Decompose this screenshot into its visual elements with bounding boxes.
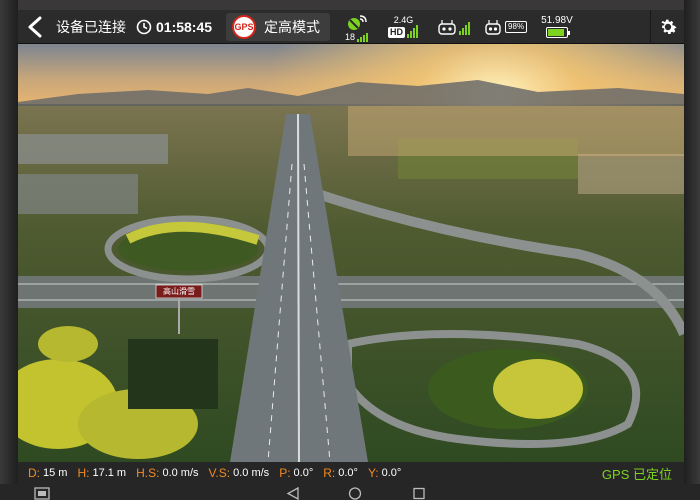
billboard-label: 高山滑雪	[163, 287, 195, 296]
telemetry-roll: R: 0.0°	[323, 466, 358, 480]
remote-controller-icon	[438, 19, 456, 35]
satellite-dish-icon	[348, 14, 367, 30]
telemetry-key: R:	[323, 466, 336, 480]
connection-status: 设备已连接	[56, 18, 126, 35]
video-band: 2.4G	[393, 15, 414, 25]
telemetry-horizontal-speed: H.S: 0.0 m/s	[136, 466, 198, 480]
video-signal-bars	[407, 25, 419, 38]
drone-battery-status[interactable]: 98%	[483, 19, 528, 35]
telemetry-key: D:	[28, 466, 40, 480]
settings-button[interactable]	[650, 9, 684, 44]
rc-signal-status[interactable]	[437, 19, 471, 35]
telemetry-key: P:	[279, 466, 291, 480]
battery-level-fill	[547, 29, 565, 36]
telemetry-key: V.S:	[208, 466, 231, 480]
back-button[interactable]	[18, 10, 52, 44]
satellite-count: 18	[345, 31, 356, 42]
recents-square-icon[interactable]	[412, 487, 426, 500]
battery-status[interactable]: 51.98V	[541, 15, 573, 38]
flight-timer: 01:58:45	[136, 19, 212, 35]
gps-lock-status: GPS 已定位	[601, 466, 672, 482]
drone-battery-icon	[485, 19, 501, 35]
satellite-status[interactable]: 18	[344, 12, 370, 42]
system-nav-bar	[0, 484, 700, 500]
telemetry-bar: D: 15 m H: 17.1 m H.S: 0.0 m/s V.S: 0.0 …	[18, 462, 684, 484]
aerial-view-image	[18, 44, 684, 462]
telemetry-value: 0.0 m/s	[162, 467, 199, 479]
drone-battery-percent: 98%	[505, 20, 528, 33]
battery-icon	[545, 27, 570, 38]
hd-icon: HD	[388, 27, 406, 38]
telemetry-value: 17.1 m	[92, 467, 127, 479]
flight-mode-selector[interactable]: GPS 定高模式	[226, 12, 331, 41]
clock-icon	[136, 19, 152, 34]
battery-voltage: 51.98V	[541, 15, 573, 26]
telemetry-value: 0.0°	[381, 467, 402, 479]
device-bezel-right	[684, 0, 700, 500]
telemetry-value: 0.0°	[293, 467, 314, 479]
telemetry-key: Y:	[367, 466, 379, 480]
telemetry-key: H:	[77, 466, 90, 480]
telemetry-value: 0.0 m/s	[233, 467, 270, 479]
telemetry-pitch: P: 0.0°	[279, 466, 313, 480]
telemetry-yaw: Y: 0.0°	[368, 466, 401, 480]
telemetry-distance: D: 15 m	[28, 466, 67, 480]
flight-time: 01:58:45	[156, 18, 213, 35]
chevron-left-icon	[28, 16, 42, 37]
back-triangle-icon[interactable]	[286, 487, 300, 500]
satellite-signal-bars	[357, 32, 369, 42]
gear-icon	[660, 19, 677, 34]
telemetry-value: 0.0°	[338, 467, 358, 479]
telemetry-key: H.S:	[136, 466, 160, 480]
gps-mode-icon: GPS	[232, 14, 257, 39]
device-bezel-left	[0, 0, 18, 500]
telemetry-height: H: 17.1 m	[77, 466, 126, 480]
rc-signal-bars	[459, 21, 471, 35]
telemetry-value: 15 m	[43, 467, 68, 479]
flight-mode-label: 定高模式	[264, 18, 321, 35]
video-link-status[interactable]: 2.4G HD	[388, 15, 419, 38]
home-circle-icon[interactable]	[348, 487, 362, 500]
telemetry-vertical-speed: V.S: 0.0 m/s	[209, 466, 270, 480]
camera-feed[interactable]: 高山滑雪	[18, 44, 684, 462]
top-status-bar: 设备已连接 01:58:45 GPS 定高模式 18 2.4G HD 98% 5…	[18, 9, 684, 44]
screenshot-icon[interactable]	[34, 487, 50, 500]
device-bezel-top	[0, 0, 700, 10]
